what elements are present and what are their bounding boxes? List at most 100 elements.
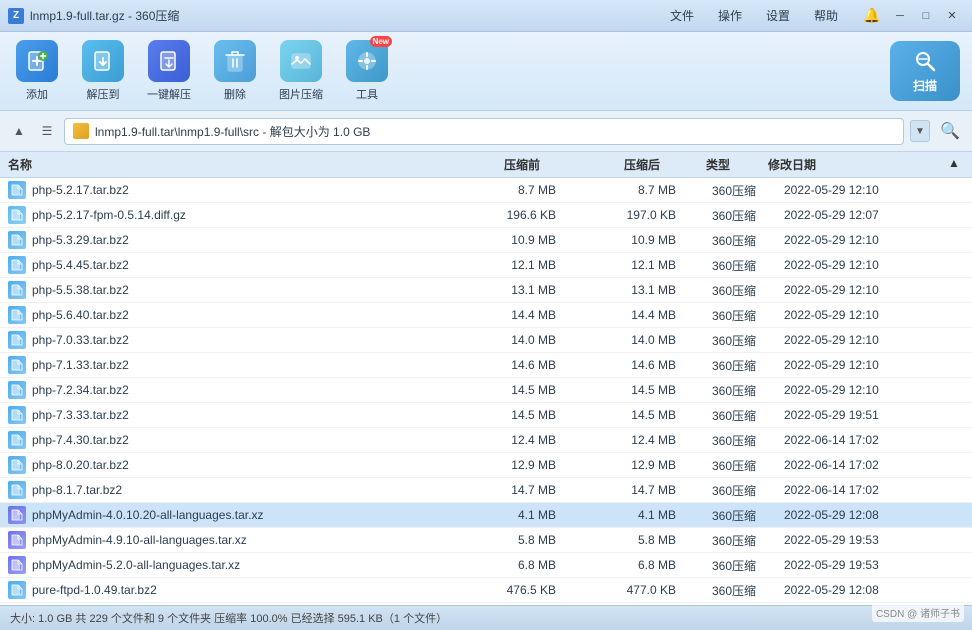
title-bar: Z lnmp1.9-full.tar.gz - 360压缩 文件 操作 设置 帮… [0, 0, 972, 32]
file-row[interactable]: php-5.2.17.tar.bz2 8.7 MB 8.7 MB 360压缩 2… [0, 178, 972, 203]
notification-icon[interactable]: 🔔 [862, 6, 882, 26]
file-type-icon [8, 281, 26, 299]
file-name: php-5.3.29.tar.bz2 [32, 233, 129, 247]
file-date: 2022-05-29 19:51 [784, 408, 964, 422]
file-date: 2022-06-14 17:02 [784, 483, 964, 497]
file-name: php-7.0.33.tar.bz2 [32, 333, 129, 347]
file-size-before: 5.8 MB [444, 533, 564, 547]
file-size-before: 14.6 MB [444, 358, 564, 372]
minimize-button[interactable]: ─ [888, 6, 912, 26]
file-name: pure-ftpd-1.0.49.tar.bz2 [32, 583, 157, 597]
col-header-after: 压缩后 [548, 156, 668, 173]
file-name: php-5.2.17.tar.bz2 [32, 183, 129, 197]
scan-icon [913, 49, 937, 73]
file-type-icon [8, 456, 26, 474]
col-header-type: 类型 [668, 156, 768, 173]
file-size-after: 6.8 MB [564, 558, 684, 572]
file-size-before: 196.6 KB [444, 208, 564, 222]
extract-button[interactable]: 解压到 [78, 40, 128, 102]
file-row[interactable]: php-7.1.33.tar.bz2 14.6 MB 14.6 MB 360压缩… [0, 353, 972, 378]
file-row[interactable]: php-5.3.29.tar.bz2 10.9 MB 10.9 MB 360压缩… [0, 228, 972, 253]
file-row[interactable]: phpMyAdmin-5.2.0-all-languages.tar.xz 6.… [0, 553, 972, 578]
file-row[interactable]: pure-ftpd-1.0.49.tar.bz2 476.5 KB 477.0 … [0, 578, 972, 603]
file-type: 360压缩 [684, 582, 784, 599]
file-type-icon [8, 556, 26, 574]
file-size-after: 14.7 MB [564, 483, 684, 497]
file-type-icon [8, 181, 26, 199]
app-icon: Z [8, 8, 24, 24]
file-size-after: 12.4 MB [564, 433, 684, 447]
file-type: 360压缩 [684, 182, 784, 199]
nav-list-button[interactable]: ☰ [36, 120, 58, 142]
file-name-cell: phpMyAdmin-5.2.0-all-languages.tar.xz [8, 556, 444, 574]
file-size-after: 197.0 KB [564, 208, 684, 222]
onekey-extract-button[interactable]: 一键解压 [144, 40, 194, 102]
file-row[interactable]: php-8.0.20.tar.bz2 12.9 MB 12.9 MB 360压缩… [0, 453, 972, 478]
file-size-before: 14.5 MB [444, 383, 564, 397]
status-text: 大小: 1.0 GB 共 229 个文件和 9 个文件夹 压缩率 100.0% … [10, 610, 447, 626]
path-dropdown[interactable]: ▼ [910, 120, 930, 142]
close-button[interactable]: ✕ [940, 6, 964, 26]
file-date: 2022-06-14 17:02 [784, 458, 964, 472]
file-row[interactable]: php-5.5.38.tar.bz2 13.1 MB 13.1 MB 360压缩… [0, 278, 972, 303]
file-name-cell: php-5.2.17.tar.bz2 [8, 181, 444, 199]
search-icon[interactable]: 🔍 [936, 117, 964, 145]
file-type: 360压缩 [684, 282, 784, 299]
file-row[interactable]: php-8.1.7.tar.bz2 14.7 MB 14.7 MB 360压缩 … [0, 478, 972, 503]
menu-bar: 文件 操作 设置 帮助 [666, 5, 842, 26]
file-name-cell: php-5.3.29.tar.bz2 [8, 231, 444, 249]
add-button[interactable]: 添加 [12, 40, 62, 102]
file-row[interactable]: php-7.4.30.tar.bz2 12.4 MB 12.4 MB 360压缩… [0, 428, 972, 453]
scan-label: 扫描 [913, 77, 937, 94]
file-row[interactable]: php-7.3.33.tar.bz2 14.5 MB 14.5 MB 360压缩… [0, 403, 972, 428]
menu-settings[interactable]: 设置 [762, 5, 794, 26]
file-date: 2022-05-29 12:10 [784, 183, 964, 197]
file-size-before: 6.8 MB [444, 558, 564, 572]
restore-button[interactable]: □ [914, 6, 938, 26]
file-row[interactable]: php-7.0.33.tar.bz2 14.0 MB 14.0 MB 360压缩… [0, 328, 972, 353]
imgzip-label: 图片压缩 [279, 86, 323, 102]
address-path[interactable]: lnmp1.9-full.tar\lnmp1.9-full\src - 解包大小… [64, 118, 904, 145]
file-name: php-7.3.33.tar.bz2 [32, 408, 129, 422]
file-size-after: 8.7 MB [564, 183, 684, 197]
file-name-cell: php-7.0.33.tar.bz2 [8, 331, 444, 349]
file-row[interactable]: php-5.2.17-fpm-0.5.14.diff.gz 196.6 KB 1… [0, 203, 972, 228]
file-size-after: 13.1 MB [564, 283, 684, 297]
file-row[interactable]: php-7.2.34.tar.bz2 14.5 MB 14.5 MB 360压缩… [0, 378, 972, 403]
file-size-after: 14.4 MB [564, 308, 684, 322]
file-name: php-5.4.45.tar.bz2 [32, 258, 129, 272]
col-header-name: 名称 [8, 156, 428, 173]
extract-icon [82, 40, 124, 82]
menu-help[interactable]: 帮助 [810, 5, 842, 26]
file-name: phpMyAdmin-5.2.0-all-languages.tar.xz [32, 558, 240, 572]
tools-icon: New [346, 40, 388, 82]
imgzip-button[interactable]: 图片压缩 [276, 40, 326, 102]
nav-up-button[interactable]: ▲ [8, 120, 30, 142]
file-row[interactable]: php-5.6.40.tar.bz2 14.4 MB 14.4 MB 360压缩… [0, 303, 972, 328]
file-row[interactable]: phpMyAdmin-4.9.10-all-languages.tar.xz 5… [0, 528, 972, 553]
add-label: 添加 [26, 86, 48, 102]
tools-label: 工具 [356, 86, 378, 102]
file-size-before: 14.5 MB [444, 408, 564, 422]
tools-button[interactable]: New 工具 [342, 40, 392, 102]
file-type: 360压缩 [684, 257, 784, 274]
file-row[interactable]: php-5.4.45.tar.bz2 12.1 MB 12.1 MB 360压缩… [0, 253, 972, 278]
delete-button[interactable]: 删除 [210, 40, 260, 102]
file-type-icon [8, 581, 26, 599]
file-size-before: 8.7 MB [444, 183, 564, 197]
file-size-before: 14.4 MB [444, 308, 564, 322]
path-text: lnmp1.9-full.tar\lnmp1.9-full\src - 解包大小… [95, 123, 370, 140]
menu-file[interactable]: 文件 [666, 5, 698, 26]
window-controls: ─ □ ✕ [888, 6, 964, 26]
file-date: 2022-05-29 19:53 [784, 558, 964, 572]
file-size-after: 14.6 MB [564, 358, 684, 372]
col-header-before: 压缩前 [428, 156, 548, 173]
file-type: 360压缩 [684, 532, 784, 549]
file-name: php-8.0.20.tar.bz2 [32, 458, 129, 472]
file-size-after: 14.0 MB [564, 333, 684, 347]
scan-button[interactable]: 扫描 [890, 41, 960, 101]
file-row[interactable]: phpMyAdmin-4.0.10.20-all-languages.tar.x… [0, 503, 972, 528]
menu-operate[interactable]: 操作 [714, 5, 746, 26]
file-name: php-5.5.38.tar.bz2 [32, 283, 129, 297]
file-type-icon [8, 331, 26, 349]
